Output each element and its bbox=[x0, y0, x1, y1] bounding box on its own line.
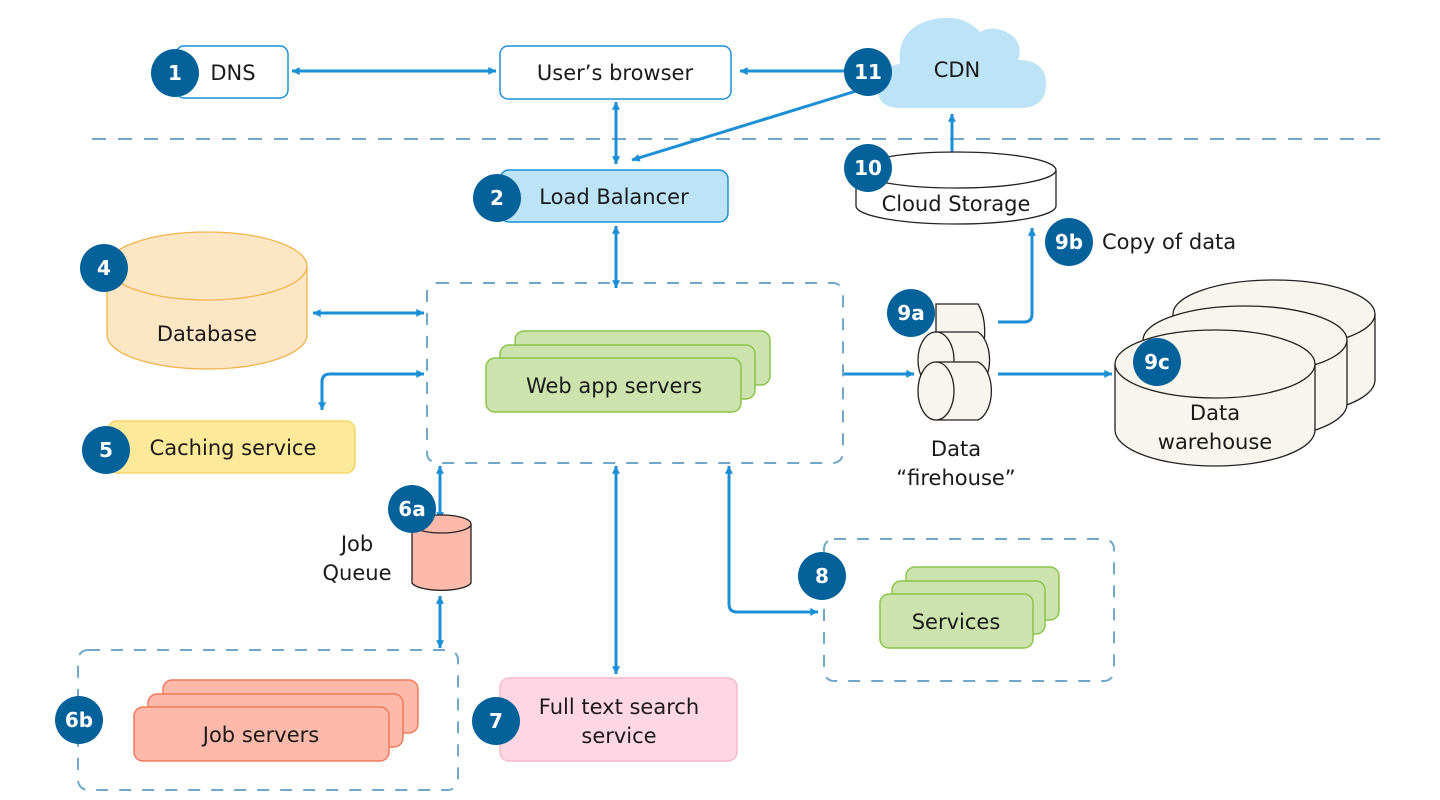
badge-5: 5 bbox=[82, 426, 130, 474]
search-label-line1: Full text search bbox=[539, 695, 699, 719]
svg-text:11: 11 bbox=[854, 60, 882, 84]
browser-node[interactable]: User’s browser bbox=[499, 45, 732, 100]
database-label: Database bbox=[157, 322, 257, 346]
svg-text:8: 8 bbox=[815, 564, 829, 588]
svg-text:9a: 9a bbox=[897, 301, 924, 325]
web-app-servers-label: Web app servers bbox=[526, 374, 702, 398]
cloud-storage-label: Cloud Storage bbox=[882, 192, 1031, 216]
caching-service-node[interactable]: Caching service bbox=[107, 420, 356, 474]
svg-text:9c: 9c bbox=[1144, 350, 1170, 374]
firehose-label-line1: Data bbox=[931, 437, 981, 461]
badge-10: 10 bbox=[844, 144, 892, 192]
svg-text:10: 10 bbox=[854, 156, 882, 180]
load-balancer-node[interactable]: Load Balancer bbox=[499, 169, 729, 223]
svg-text:6a: 6a bbox=[398, 497, 425, 521]
badge-8: 8 bbox=[798, 552, 846, 600]
badge-7: 7 bbox=[472, 697, 520, 745]
warehouse-label-line1: Data bbox=[1190, 401, 1240, 425]
cdn-label: CDN bbox=[934, 58, 981, 82]
svg-text:2: 2 bbox=[490, 186, 504, 210]
services-node[interactable]: Services bbox=[879, 566, 1060, 649]
cdn-node[interactable]: CDN bbox=[877, 17, 1046, 108]
badge-2: 2 bbox=[473, 174, 521, 222]
job-queue-label-line2: Queue bbox=[323, 561, 392, 585]
svg-text:5: 5 bbox=[99, 438, 113, 462]
svg-text:9b: 9b bbox=[1055, 230, 1083, 254]
badge-6a: 6a bbox=[388, 485, 436, 533]
svg-text:1: 1 bbox=[168, 61, 182, 85]
load-balancer-label: Load Balancer bbox=[539, 185, 689, 209]
caching-service-label: Caching service bbox=[150, 436, 317, 460]
search-label-line2: service bbox=[581, 724, 656, 748]
job-queue-label-line1: Job bbox=[339, 532, 373, 556]
web-app-servers-node[interactable]: Web app servers bbox=[485, 330, 771, 413]
badge-9c: 9c bbox=[1133, 338, 1181, 386]
browser-label: User’s browser bbox=[537, 61, 694, 85]
job-servers-node[interactable]: Job servers bbox=[133, 679, 419, 762]
badge-9b: 9b bbox=[1045, 218, 1093, 266]
job-servers-label: Job servers bbox=[201, 723, 319, 747]
badge-6b: 6b bbox=[55, 696, 103, 744]
badge-11: 11 bbox=[844, 48, 892, 96]
architecture-diagram: DNS 1 User’s browser CDN 11 Load Balance… bbox=[55, 17, 1380, 791]
arrow-firehose-storage bbox=[998, 227, 1036, 324]
firehose-label-line2: “firehouse” bbox=[896, 466, 1015, 490]
badge-9a: 9a bbox=[887, 289, 935, 337]
copy-of-data-label: Copy of data bbox=[1102, 230, 1236, 254]
database-node[interactable]: Database bbox=[106, 231, 308, 370]
svg-text:4: 4 bbox=[97, 256, 111, 280]
arrow-cache-webapp bbox=[318, 369, 425, 411]
badge-4: 4 bbox=[80, 244, 128, 292]
dns-label: DNS bbox=[210, 61, 255, 85]
badge-1: 1 bbox=[151, 49, 199, 97]
full-text-search-node[interactable]: Full text search service bbox=[499, 677, 738, 762]
svg-text:7: 7 bbox=[489, 709, 503, 733]
services-label: Services bbox=[912, 610, 1001, 634]
svg-text:6b: 6b bbox=[65, 708, 93, 732]
warehouse-label-line2: warehouse bbox=[1158, 430, 1272, 454]
